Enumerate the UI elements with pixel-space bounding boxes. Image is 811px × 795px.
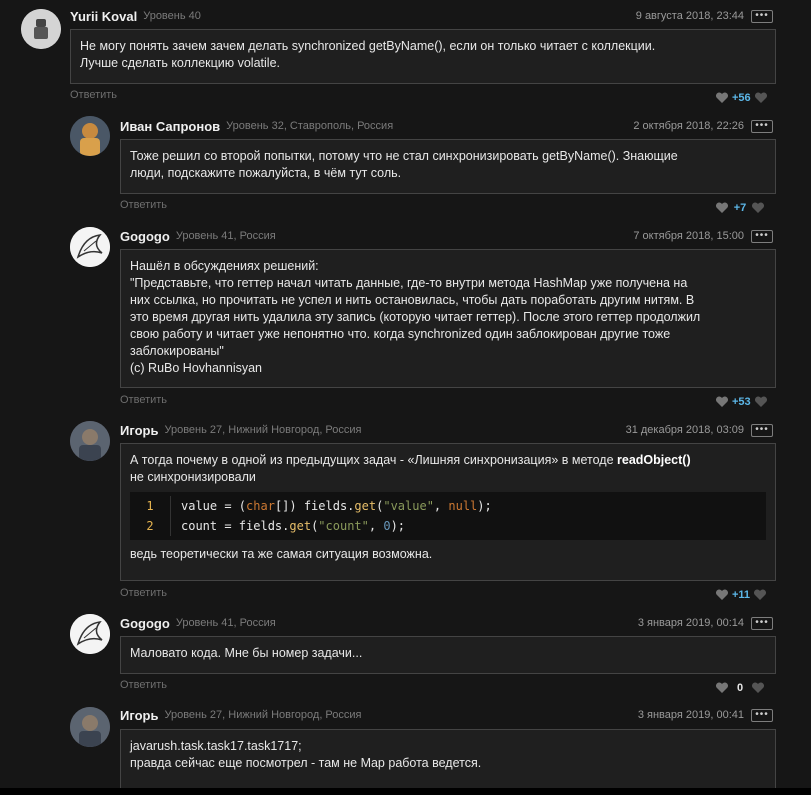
more-options-button[interactable]: ••• xyxy=(751,10,773,23)
comment-date: 9 августа 2018, 23:44 xyxy=(635,10,744,22)
more-options-button[interactable]: ••• xyxy=(751,230,773,243)
avatar[interactable] xyxy=(70,707,110,747)
comment-date: 3 января 2019, 00:41 xyxy=(637,709,744,721)
comment-date: 31 декабря 2018, 03:09 xyxy=(625,424,744,436)
dislike-icon[interactable] xyxy=(751,681,765,695)
comment-text-line: Нашёл в обсуждениях решений: xyxy=(130,259,319,273)
comment-meta: Gogogo Уровень 41, Россия xyxy=(120,227,276,245)
comment-text-line: А тогда почему в одной из предыдущих зад… xyxy=(130,452,766,469)
comment-text-line: заблокированы" xyxy=(130,344,224,358)
comment-date: 3 января 2019, 00:14 xyxy=(637,617,744,629)
comment-body: Не могу понять зачем зачем делать synchr… xyxy=(70,29,776,84)
avatar[interactable] xyxy=(70,116,110,156)
code-block: 1 value = (char[]) fields.get("value", nu… xyxy=(130,492,766,540)
vote-group: 0 xyxy=(715,680,765,696)
comment-body: javarush.task.task17.task1717; правда се… xyxy=(120,729,776,789)
comment-text-line: ведь теоретически та же самая ситуация в… xyxy=(130,547,433,561)
like-icon[interactable] xyxy=(715,681,729,695)
comment-body: Тоже решил со второй попытки, потому что… xyxy=(120,139,776,194)
comment-date: 7 октября 2018, 15:00 xyxy=(633,230,744,242)
comment-text-line: javarush.task.task17.task1717; xyxy=(130,739,302,753)
user-avatar-icon xyxy=(21,9,61,49)
author-level: Уровень 41, Россия xyxy=(175,230,276,242)
comment-body: Нашёл в обсуждениях решений: "Представьт… xyxy=(120,249,776,388)
comment-meta: Yurii Koval Уровень 40 xyxy=(70,7,201,25)
reply-link[interactable]: Ответить xyxy=(120,679,167,691)
author-name[interactable]: Игорь xyxy=(120,423,158,438)
vote-group: +56 xyxy=(715,90,768,106)
more-options-button[interactable]: ••• xyxy=(751,424,773,437)
code-line: 1 value = (char[]) fields.get("value", nu… xyxy=(130,496,766,516)
vote-count: +56 xyxy=(732,92,751,104)
comment-meta: Игорь Уровень 27, Нижний Новгород, Росси… xyxy=(120,421,362,439)
avatar[interactable] xyxy=(70,614,110,654)
more-options-button[interactable]: ••• xyxy=(751,617,773,630)
comment-text-line: "Представьте, что геттер начал читать да… xyxy=(130,276,688,290)
vote-count: 0 xyxy=(736,682,744,694)
user-avatar-icon xyxy=(70,707,110,747)
comment-meta: Игорь Уровень 27, Нижний Новгород, Росси… xyxy=(120,706,362,724)
like-icon[interactable] xyxy=(715,201,729,215)
user-avatar-icon xyxy=(70,116,110,156)
avatar[interactable] xyxy=(21,9,61,49)
more-options-button[interactable]: ••• xyxy=(751,120,773,133)
dislike-icon[interactable] xyxy=(754,91,768,105)
reply-link[interactable]: Ответить xyxy=(120,587,167,599)
vote-count: +7 xyxy=(733,202,747,214)
code-line: 2 count = fields.get("count", 0); xyxy=(130,516,766,536)
like-icon[interactable] xyxy=(715,91,729,105)
dislike-icon[interactable] xyxy=(751,201,765,215)
vote-count: +11 xyxy=(732,589,751,601)
vote-group: +53 xyxy=(715,394,768,410)
reply-link[interactable]: Ответить xyxy=(120,394,167,406)
user-avatar-icon xyxy=(70,614,110,654)
vote-count: +53 xyxy=(732,396,751,408)
line-number: 1 xyxy=(146,499,154,513)
comment-text-line: не синхронизировали xyxy=(130,470,256,484)
author-level: Уровень 41, Россия xyxy=(175,617,276,629)
comment-meta: Gogogo Уровень 41, Россия xyxy=(120,614,276,632)
author-level: Уровень 27, Нижний Новгород, Россия xyxy=(164,709,362,721)
user-avatar-icon xyxy=(70,421,110,461)
comment-text-line: Лучше сделать коллекцию volatile. xyxy=(80,56,280,70)
author-level: Уровень 27, Нижний Новгород, Россия xyxy=(164,424,362,436)
comment-text-line: Тоже решил со второй попытки, потому что… xyxy=(130,149,678,163)
comment-text-line: люди, подскажите пожалуйста, в чём тут с… xyxy=(130,166,402,180)
author-level: Уровень 32, Ставрополь, Россия xyxy=(226,120,394,132)
comment-text-line: это время другая нить удалила эту запись… xyxy=(130,310,701,324)
comment-text-line: свою работу и читает уже непонятно что. … xyxy=(130,327,671,341)
comment-meta: Иван Сапронов Уровень 32, Ставрополь, Ро… xyxy=(120,117,393,135)
comment-text-line: правда сейчас еще посмотрел - там не Map… xyxy=(130,756,482,770)
author-name[interactable]: Gogogo xyxy=(120,229,170,244)
user-avatar-icon xyxy=(70,227,110,267)
author-name[interactable]: Игорь xyxy=(120,708,158,723)
reply-link[interactable]: Ответить xyxy=(70,89,117,101)
comment-body: Маловато кода. Мне бы номер задачи... xyxy=(120,636,776,674)
comment-text-line: Не могу понять зачем зачем делать synchr… xyxy=(80,39,656,53)
comment-text-line: (с) RuBo Hovhannisyan xyxy=(130,361,263,375)
author-name[interactable]: Иван Сапронов xyxy=(120,119,220,134)
avatar[interactable] xyxy=(70,227,110,267)
like-icon[interactable] xyxy=(715,588,729,602)
comment-date: 2 октября 2018, 22:26 xyxy=(633,120,744,132)
reply-link[interactable]: Ответить xyxy=(120,199,167,211)
author-level: Уровень 40 xyxy=(143,10,201,22)
vote-group: +11 xyxy=(715,587,767,603)
avatar[interactable] xyxy=(70,421,110,461)
comment-body: А тогда почему в одной из предыдущих зад… xyxy=(120,443,776,581)
more-options-button[interactable]: ••• xyxy=(751,709,773,722)
method-name: readObject() xyxy=(617,453,691,467)
dislike-icon[interactable] xyxy=(753,588,767,602)
author-name[interactable]: Gogogo xyxy=(120,616,170,631)
comment-text: А тогда почему в одной из предыдущих зад… xyxy=(130,453,617,467)
vote-group: +7 xyxy=(715,200,765,216)
line-number: 2 xyxy=(146,519,154,533)
comment-text-line: Маловато кода. Мне бы номер задачи... xyxy=(130,646,363,660)
screen-bottom-edge xyxy=(0,788,811,795)
like-icon[interactable] xyxy=(715,395,729,409)
comment-text-line: них ссылка, но прочитать не успел и нить… xyxy=(130,293,695,307)
author-name[interactable]: Yurii Koval xyxy=(70,9,137,24)
dislike-icon[interactable] xyxy=(754,395,768,409)
